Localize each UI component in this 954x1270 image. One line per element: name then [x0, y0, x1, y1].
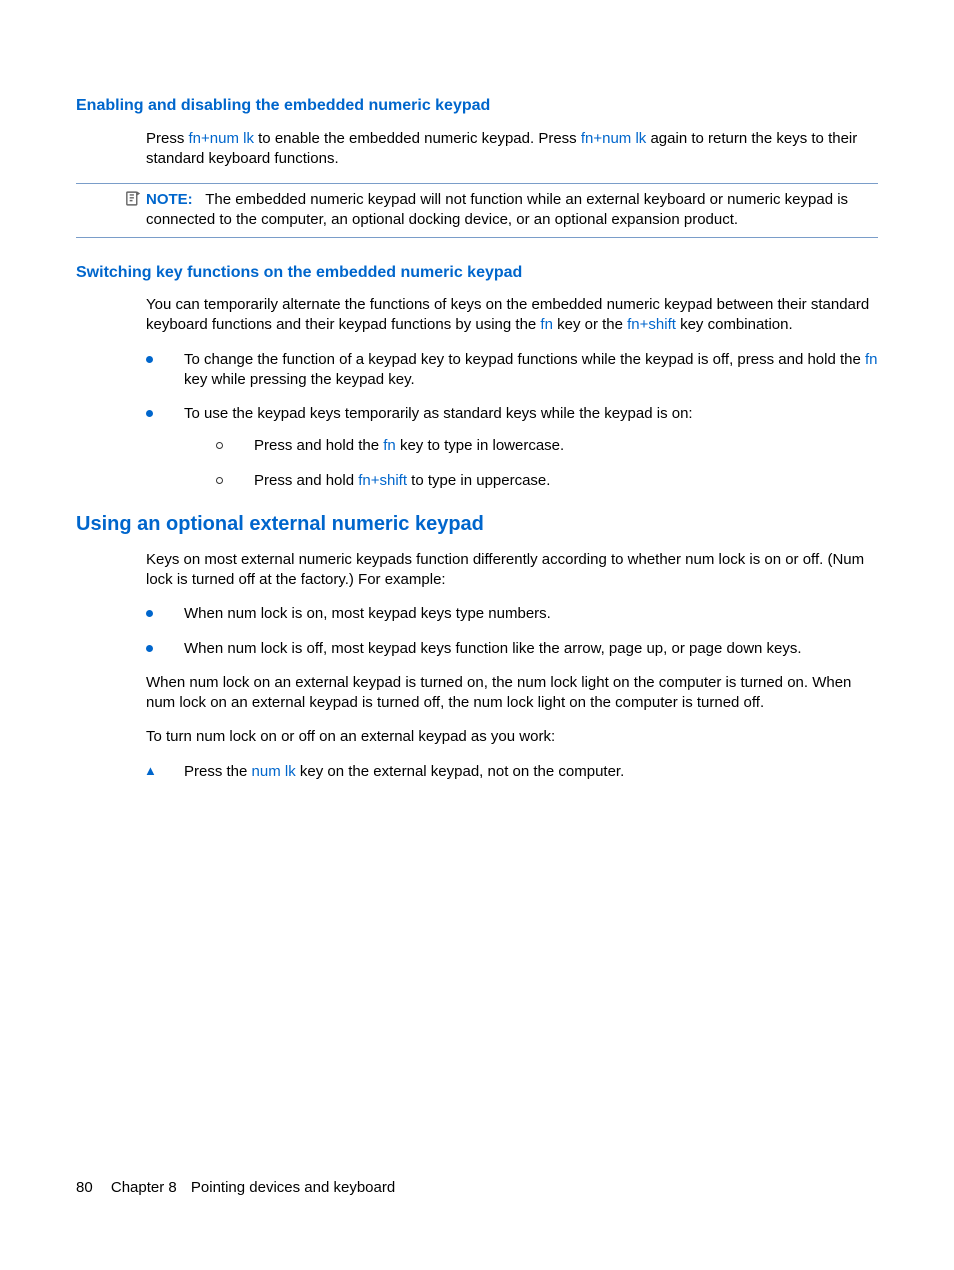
sub-list: Press and hold the fn key to type in low…	[216, 436, 878, 491]
section-switching: Switching key functions on the embedded …	[76, 262, 878, 491]
paragraph: To turn num lock on or off on an externa…	[146, 727, 878, 747]
list-item: Press the num lk key on the external key…	[146, 762, 878, 782]
chapter-title: Pointing devices and keyboard	[191, 1179, 395, 1196]
text: key while pressing the keypad key.	[184, 371, 415, 388]
list-item: When num lock is on, most keypad keys ty…	[146, 604, 878, 624]
triangle-list: Press the num lk key on the external key…	[146, 762, 878, 782]
note-block: NOTE: The embedded numeric keypad will n…	[76, 183, 878, 238]
paragraph: You can temporarily alternate the functi…	[146, 295, 878, 336]
list-item: Press and hold the fn key to type in low…	[216, 436, 878, 456]
note-text: The embedded numeric keypad will not fun…	[146, 191, 848, 228]
bullet-list: To change the function of a keypad key t…	[146, 350, 878, 491]
page-footer: 80 Chapter 8 Pointing devices and keyboa…	[76, 1178, 395, 1198]
note-label: NOTE:	[146, 191, 193, 208]
list-item: To change the function of a keypad key t…	[146, 350, 878, 391]
bullet-list: When num lock is on, most keypad keys ty…	[146, 604, 878, 659]
key-text: fn	[865, 351, 878, 368]
heading-h3: Enabling and disabling the embedded nume…	[76, 95, 878, 117]
text: to type in uppercase.	[407, 472, 550, 489]
key-text: fn+shift	[358, 472, 407, 489]
key-text: fn+num lk	[581, 130, 646, 147]
list-item: When num lock is off, most keypad keys f…	[146, 639, 878, 659]
paragraph: When num lock on an external keypad is t…	[146, 673, 878, 714]
key-text: fn+num lk	[189, 130, 254, 147]
list-item: To use the keypad keys temporarily as st…	[146, 404, 878, 491]
text: key combination.	[676, 316, 793, 333]
note-icon	[124, 190, 141, 210]
text: Press the	[184, 763, 252, 780]
text: To change the function of a keypad key t…	[184, 351, 865, 368]
text: Press and hold the	[254, 437, 383, 454]
key-text: fn+shift	[627, 316, 676, 333]
text: To use the keypad keys temporarily as st…	[184, 405, 693, 422]
paragraph: Press fn+num lk to enable the embedded n…	[146, 129, 878, 170]
key-text: num lk	[252, 763, 296, 780]
text: key on the external keypad, not on the c…	[296, 763, 625, 780]
text: key to type in lowercase.	[396, 437, 564, 454]
heading-h3: Switching key functions on the embedded …	[76, 262, 878, 284]
key-text: fn	[540, 316, 553, 333]
section-enable-disable: Enabling and disabling the embedded nume…	[76, 95, 878, 238]
text: key or the	[553, 316, 627, 333]
text: Press and hold	[254, 472, 358, 489]
heading-h2: Using an optional external numeric keypa…	[76, 511, 878, 538]
page-number: 80	[76, 1179, 93, 1196]
text: to enable the embedded numeric keypad. P…	[254, 130, 581, 147]
paragraph: Keys on most external numeric keypads fu…	[146, 550, 878, 591]
section-external-keypad: Using an optional external numeric keypa…	[76, 511, 878, 782]
text: Press	[146, 130, 189, 147]
list-item: Press and hold fn+shift to type in upper…	[216, 471, 878, 491]
key-text: fn	[383, 437, 396, 454]
chapter-label: Chapter 8	[111, 1179, 177, 1196]
